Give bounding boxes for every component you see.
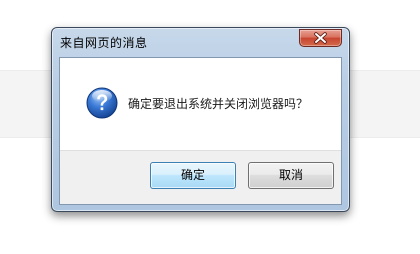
dialog-button-area: 确定 取消 <box>60 150 341 204</box>
dialog-title-bar[interactable]: 来自网页的消息 <box>52 28 349 56</box>
message-dialog: 来自网页的消息 确定要退出系统并关闭浏览器吗？ 确定 取消 <box>51 27 350 212</box>
dialog-message: 确定要退出系统并关闭浏览器吗？ <box>128 97 309 111</box>
dialog-title: 来自网页的消息 <box>60 36 148 50</box>
close-button[interactable] <box>299 29 342 47</box>
question-icon <box>86 87 118 119</box>
ok-button[interactable]: 确定 <box>150 162 236 189</box>
close-icon <box>314 32 327 44</box>
cancel-button[interactable]: 取消 <box>248 162 334 189</box>
message-area: 确定要退出系统并关闭浏览器吗？ <box>60 58 341 150</box>
dialog-client-area: 确定要退出系统并关闭浏览器吗？ 确定 取消 <box>59 57 342 205</box>
